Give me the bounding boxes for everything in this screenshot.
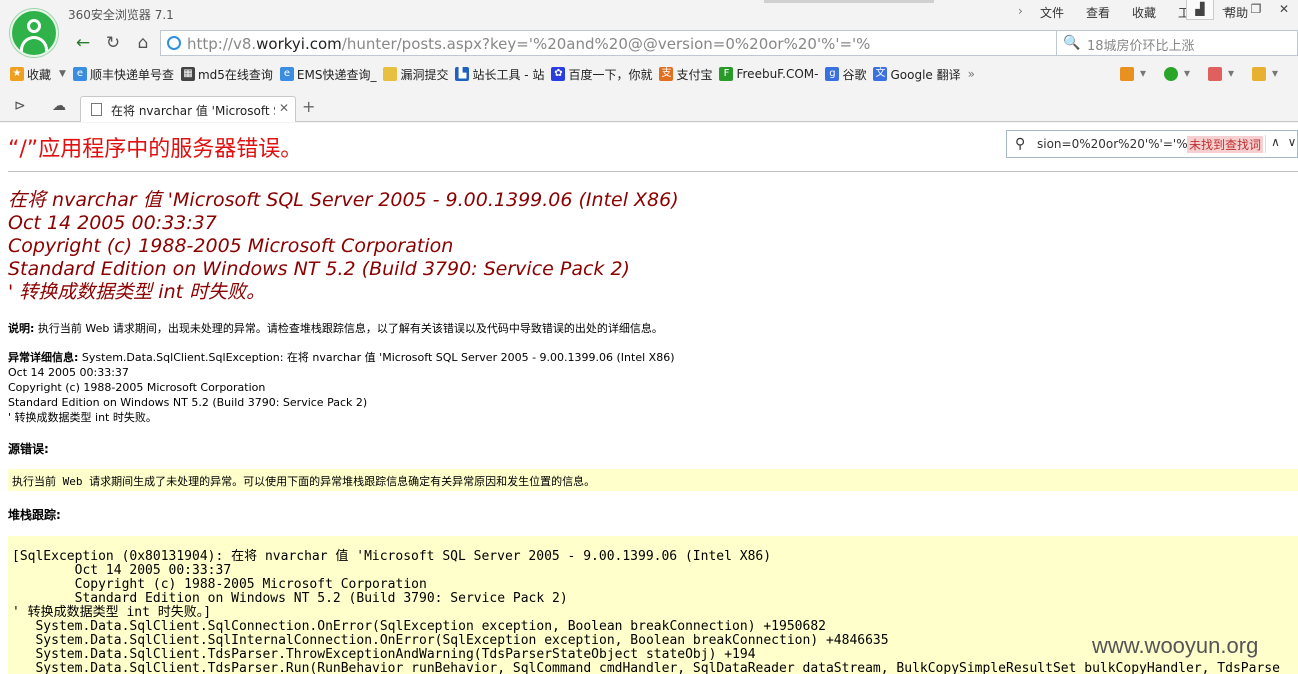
paw-icon: ✿ [551,67,566,81]
bookmark-item[interactable]: 文 Google 翻译 [873,66,961,83]
reader-icon[interactable]: ▾ [1208,66,1252,81]
new-tab-button[interactable]: + [302,97,315,116]
chevron-down-icon[interactable]: ▼ [59,69,66,79]
tab-bar: ⊳ ☁ 在将 nvarchar 值 'Microsoft S ✕ + [0,94,1298,122]
top-strip [764,0,934,3]
globe-icon [167,36,181,50]
chevron-up-icon[interactable]: ∧ [1265,135,1285,153]
page-content: “/”应用程序中的服务器错误。 ⚲ sion=0%20or%20'%'='% 未… [0,123,1298,674]
screenshot-icon[interactable]: ▾ [1252,66,1296,81]
url-text[interactable]: http://v8.workyi.com/hunter/posts.aspx?k… [187,35,870,53]
bookmark-item[interactable]: F FreebuF.COM- [719,67,818,81]
browser-chrome: 360安全浏览器 7.1 › 文件 查看 收藏 工具 帮助 ▟ — ❐ ✕ ← … [0,0,1298,123]
translate-icon: 文 [873,67,888,81]
exception-line: Oct 14 2005 00:33:37 [8,366,129,379]
cloud-icon[interactable]: ☁ [52,98,66,114]
shield-icon[interactable]: ▾ [1164,66,1208,81]
address-row: ← ↻ ⌂ http://v8.workyi.com/hunter/posts.… [66,30,1298,56]
exception-line: Standard Edition on Windows NT 5.2 (Buil… [8,396,368,409]
bookmark-item[interactable]: ▦ md5在线查询 [180,66,273,83]
stack-line: Copyright (c) 1988-2005 Microsoft Corpor… [12,577,427,592]
bookmark-item[interactable]: 支 支付宝 [659,66,712,83]
bookmark-item[interactable]: e EMS快递查询_ [279,66,376,83]
stack-line: System.Data.SqlClient.TdsParser.Run(RunB… [12,661,1280,674]
star-icon: ★ [10,67,24,81]
bookmark-bar: ★ 收藏 ▼ e 顺丰快递单号查 ▦ md5在线查询 e EMS快递查询_ 漏洞… [0,63,1298,85]
source-error-heading: 源错误: [8,442,49,456]
tab-current[interactable]: 在将 nvarchar 值 'Microsoft S ✕ [80,96,296,122]
close-tab-icon[interactable]: ✕ [279,101,289,115]
bookmark-item[interactable]: g 谷歌 [825,66,866,83]
error-line: Oct 14 2005 00:33:37 [8,212,217,234]
search-icon: ⚲ [1015,136,1026,152]
home-icon[interactable]: ⌂ [130,31,156,55]
bookmark-item[interactable]: ✿ 百度一下，你就 [551,66,652,83]
alipay-icon: 支 [659,67,674,81]
window-controls: ▟ — ❐ ✕ [1186,0,1298,20]
back-arrow-icon[interactable]: ← [70,31,96,55]
maximize-button[interactable]: ❐ [1242,0,1270,20]
error-line: Standard Edition on Windows NT 5.2 (Buil… [8,258,630,280]
menu-view[interactable]: 查看 [1086,4,1110,21]
description: 说明: 执行当前 Web 请求期间，出现未处理的异常。请检查堆栈跟踪信息，以了解… [8,320,663,336]
source-error-box: 执行当前 Web 请求期间生成了未处理的异常。可以使用下面的异常堆栈跟踪信息确定… [8,469,1298,491]
watermark: www.wooyun.org [1092,633,1259,658]
page-title: “/”应用程序中的服务器错误。 [8,137,303,162]
exception-label: 异常详细信息: [8,351,79,364]
address-bar[interactable]: http://v8.workyi.com/hunter/posts.aspx?k… [160,30,1124,56]
chart-icon: ▙ [455,67,470,81]
f-icon: F [719,67,734,81]
find-bar[interactable]: ⚲ sion=0%20or%20'%'='% 未找到查找词 ∧ ∨ [1006,130,1298,158]
stack-line: Standard Edition on Windows NT 5.2 (Buil… [12,591,568,606]
stack-trace-heading: 堆栈跟踪: [8,508,61,522]
search-input[interactable]: 18城房价环比上涨 [1087,35,1195,54]
ie-icon: e [279,67,294,81]
find-status: 未找到查找词 [1187,136,1264,153]
close-button[interactable]: ✕ [1270,0,1298,20]
error-line: 在将 nvarchar 值 'Microsoft SQL Server 2005… [8,189,679,211]
search-box[interactable]: 🔍 18城房价环比上涨 [1056,30,1298,56]
exception-text: System.Data.SqlClient.SqlException: 在将 n… [78,351,675,364]
error-line: Copyright (c) 1988-2005 Microsoft Corpor… [8,235,454,257]
ie-icon: e [72,67,87,81]
grid-icon: ▦ [180,67,195,81]
description-text: 执行当前 Web 请求期间，出现未处理的异常。请检查堆栈跟踪信息，以了解有关该错… [34,322,663,335]
minimize-button[interactable]: — [1214,0,1242,20]
app-title: 360安全浏览器 7.1 [68,8,174,22]
bookmark-item[interactable]: 漏洞提交 [383,66,448,83]
divider [8,171,1298,172]
description-label: 说明: [8,322,35,335]
exception-line: ' 转换成数据类型 int 时失败。 [8,411,157,424]
exception-details: 异常详细信息: System.Data.SqlClient.SqlExcepti… [8,350,675,425]
stack-line: Oct 14 2005 00:33:37 [12,563,232,578]
find-input[interactable]: sion=0%20or%20'%'='% [1037,137,1188,151]
stack-line: ' 转换成数据类型 int 时失败。] [12,605,212,620]
error-message: 在将 nvarchar 值 'Microsoft SQL Server 2005… [8,189,679,304]
search-icon[interactable]: 🔍 [1063,35,1080,51]
tab-title: 在将 nvarchar 值 'Microsoft S [111,104,275,118]
stack-line: System.Data.SqlClient.SqlConnection.OnEr… [12,619,826,634]
bookmark-item[interactable]: ▙ 站长工具 - 站 [455,66,544,83]
google-icon: g [825,67,840,81]
browser-logo-icon[interactable] [10,9,58,57]
exception-line: Copyright (c) 1988-2005 Microsoft Corpor… [8,381,266,394]
refresh-icon[interactable]: ↻ [100,31,126,55]
folder-icon [383,67,398,81]
chevron-right-icon[interactable]: › [1018,4,1040,21]
stack-line: [SqlException (0x80131904): 在将 nvarchar … [12,549,772,564]
extension-toolbar: ▾ ▾ ▾ ▾ [1120,66,1296,81]
apps-icon[interactable]: ▾ [1120,66,1164,81]
menu-file[interactable]: 文件 [1040,4,1064,21]
sidebar-toggle-icon[interactable]: ⊳ [14,98,26,114]
bookmark-item[interactable]: ★ 收藏 ▼ [10,66,66,83]
menu-favorites[interactable]: 收藏 [1132,4,1156,21]
document-icon [91,103,102,116]
chevron-double-right-icon[interactable]: » [968,67,975,81]
skin-icon[interactable]: ▟ [1186,0,1214,20]
chevron-down-icon[interactable]: ∨ [1285,135,1298,153]
bookmark-item[interactable]: e 顺丰快递单号查 [72,66,174,83]
error-line: ' 转换成数据类型 int 时失败。 [8,281,266,303]
